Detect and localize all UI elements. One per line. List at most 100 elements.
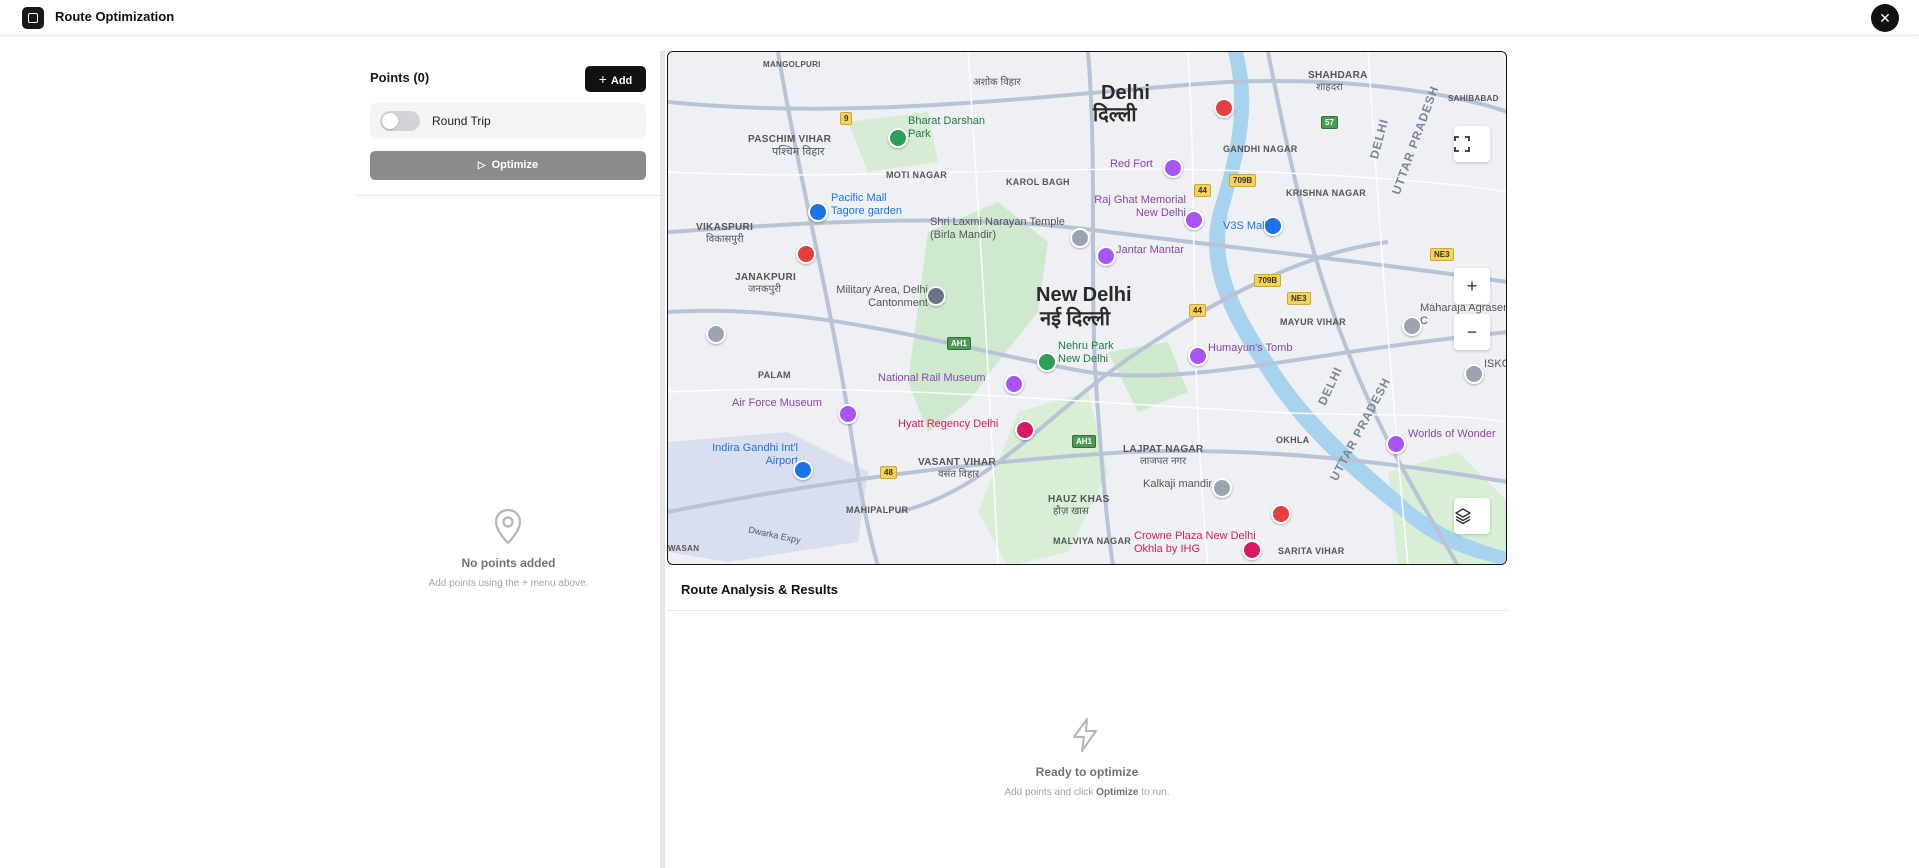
- landmark-pin-icon[interactable]: [1188, 346, 1208, 366]
- round-trip-label: Round Trip: [432, 114, 491, 128]
- map-label-delhi: Delhi: [1101, 82, 1150, 104]
- poi-nehru-park[interactable]: Nehru Park New Delhi: [1058, 340, 1128, 365]
- zoom-out-button[interactable]: −: [1454, 314, 1490, 350]
- temple-pin-icon[interactable]: [1212, 478, 1232, 498]
- hospital-pin-icon[interactable]: [796, 244, 816, 264]
- divider: [667, 610, 1507, 611]
- military-pin-icon[interactable]: [926, 286, 946, 306]
- play-icon: ▷: [477, 160, 486, 171]
- temple-pin-icon[interactable]: [1070, 228, 1090, 248]
- map-label-new-delhi-hi: नई दिल्ली: [1040, 308, 1111, 330]
- landmark-pin-icon[interactable]: [1163, 158, 1183, 178]
- amusement-pin-icon[interactable]: [1386, 434, 1406, 454]
- road-shield: 709B: [1229, 174, 1257, 187]
- results-empty-prefix: Add points and click: [1004, 787, 1094, 798]
- map-label-paschim-vihar: PASCHIM VIHAR: [748, 134, 832, 145]
- poi-worlds-of-wonder[interactable]: Worlds of Wonder: [1408, 428, 1496, 441]
- road-shield: NE3: [1430, 248, 1454, 261]
- poi-air-force-museum[interactable]: Air Force Museum: [732, 397, 822, 410]
- poi-kalkaji-mandir[interactable]: Kalkaji mandir: [1143, 478, 1212, 491]
- poi-red-fort[interactable]: Red Fort: [1110, 158, 1153, 171]
- poi-jantar-mantar[interactable]: Jantar Mantar: [1116, 244, 1184, 257]
- map-label-wasan: WASAN: [668, 544, 700, 553]
- park-pin-icon[interactable]: [1037, 352, 1057, 372]
- mall-pin-icon[interactable]: [808, 202, 828, 222]
- optimize-button-label: Optimize: [491, 159, 539, 171]
- map-label-mayur-vihar: MAYUR VIHAR: [1280, 317, 1346, 327]
- poi-igi-airport[interactable]: Indira Gandhi Int'l Airport: [708, 442, 798, 467]
- map-label-gandhi-nagar: GANDHI NAGAR: [1223, 144, 1298, 154]
- map-label-vasant-vihar: VASANT VIHAR: [918, 457, 996, 468]
- map-label-hauz-khas-hi: हौज़ खास: [1053, 506, 1089, 517]
- layers-icon: [1455, 508, 1471, 525]
- gov-pin-icon[interactable]: [706, 324, 726, 344]
- poi-iskcon[interactable]: ISKCO: [1484, 358, 1506, 371]
- poi-pacific-mall[interactable]: Pacific Mall Tagore garden: [831, 192, 921, 217]
- map-label-hauz-khas: HAUZ KHAS: [1048, 494, 1110, 505]
- zoom-out-icon: −: [1466, 322, 1478, 342]
- road-shield: AH1: [947, 337, 972, 350]
- map-label-shahdara-hi: शाहदरा: [1316, 82, 1343, 93]
- zoom-in-icon: +: [1466, 276, 1478, 296]
- poi-v3s-mall[interactable]: V3S Mall: [1223, 220, 1267, 233]
- temple-pin-icon[interactable]: [1464, 364, 1484, 384]
- map-label-krishna-nagar: KRISHNA NAGAR: [1286, 188, 1367, 198]
- map-label-delhi-hi: दिल्ली: [1093, 104, 1137, 126]
- map-label-mangolpuri: MANGOLPURI: [763, 60, 821, 69]
- poi-birla-mandir[interactable]: Shri Laxmi Narayan Temple (Birla Mandir): [930, 216, 1070, 241]
- map-label-ashok-vihar: अशोक विहार: [973, 77, 1021, 88]
- hospital-pin-icon[interactable]: [1214, 98, 1234, 118]
- app-square-icon: [22, 7, 44, 29]
- museum-pin-icon[interactable]: [838, 404, 858, 424]
- results-empty-title: Ready to optimize: [1035, 765, 1139, 779]
- memorial-pin-icon[interactable]: [1184, 210, 1204, 230]
- map-view[interactable]: Delhi दिल्ली New Delhi नई दिल्ली PASCHIM…: [667, 51, 1507, 565]
- round-trip-row: Round Trip: [370, 103, 646, 139]
- fullscreen-icon: [1454, 136, 1470, 152]
- panel-resize-handle[interactable]: [660, 51, 665, 868]
- hospital-pin-icon[interactable]: [1402, 316, 1422, 336]
- museum-pin-icon[interactable]: [1004, 374, 1024, 394]
- map-label-sahibabad: SAHIBABAD: [1448, 94, 1499, 103]
- landmark-pin-icon[interactable]: [1096, 246, 1116, 266]
- map-label-moti-nagar: MOTI NAGAR: [886, 170, 947, 180]
- map-label-palam: PALAM: [758, 370, 791, 380]
- round-trip-toggle[interactable]: [380, 111, 420, 131]
- top-bar: Route Optimization ✕: [0, 0, 1919, 36]
- results-empty-suffix: to run.: [1141, 787, 1170, 798]
- poi-humayuns-tomb[interactable]: Humayun's Tomb: [1208, 342, 1292, 355]
- poi-raj-ghat[interactable]: Raj Ghat Memorial New Delhi: [1076, 194, 1186, 219]
- plus-icon: +: [598, 71, 607, 87]
- road-shield: 709B: [1254, 274, 1282, 287]
- optimize-button[interactable]: ▷ Optimize: [370, 151, 646, 180]
- road-shield: 57: [1321, 116, 1338, 129]
- divider: [355, 195, 662, 196]
- hotel-pin-icon[interactable]: [1242, 540, 1262, 560]
- road-shield: NE3: [1287, 292, 1311, 305]
- points-panel: Points (0) + Add Round Trip ▷ Optimize No …: [355, 50, 662, 868]
- results-title: Route Analysis & Results: [681, 582, 839, 597]
- road-shield: 44: [1194, 184, 1211, 197]
- zoom-in-button[interactable]: +: [1454, 268, 1490, 304]
- poi-military-area[interactable]: Military Area, Delhi Cantonment: [818, 284, 928, 309]
- map-label-vikaspuri-hi: विकासपुरी: [706, 234, 744, 245]
- poi-bharat-darshan[interactable]: Bharat Darshan Park: [908, 115, 988, 140]
- park-pin-icon[interactable]: [888, 128, 908, 148]
- add-point-button[interactable]: + Add: [585, 66, 646, 92]
- airport-pin-icon[interactable]: [793, 460, 813, 480]
- empty-points-title: No points added: [461, 556, 556, 570]
- layers-button[interactable]: [1454, 498, 1490, 534]
- poi-hyatt-regency[interactable]: Hyatt Regency Delhi: [898, 418, 998, 431]
- bolt-icon: [1073, 718, 1097, 752]
- hotel-pin-icon[interactable]: [1015, 420, 1035, 440]
- empty-points-subtitle: Add points using the + menu above.: [428, 578, 589, 589]
- hospital-pin-icon[interactable]: [1271, 504, 1291, 524]
- toggle-knob: [382, 113, 398, 129]
- poi-rail-museum[interactable]: National Rail Museum: [878, 372, 986, 385]
- close-button[interactable]: ✕: [1871, 4, 1899, 32]
- points-title: Points (0): [370, 70, 430, 85]
- road-shield: 48: [880, 466, 897, 479]
- map-label-janakpuri: JANAKPURI: [735, 272, 797, 283]
- fullscreen-button[interactable]: [1454, 126, 1490, 162]
- map-label-shahdara: SHAHDARA: [1308, 70, 1368, 81]
